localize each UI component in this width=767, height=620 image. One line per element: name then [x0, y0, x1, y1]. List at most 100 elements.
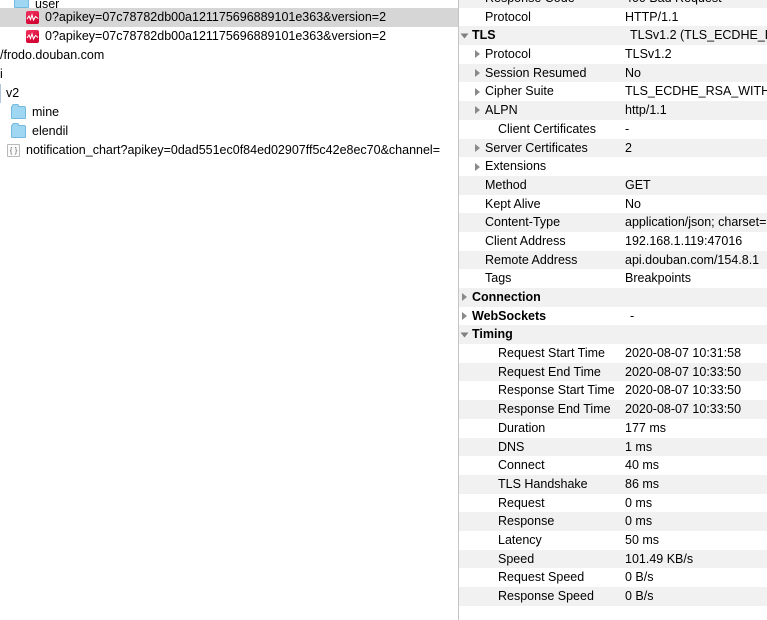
detail-row[interactable]: Response Code400 Bad Request — [459, 0, 767, 8]
detail-value: 101.49 KB/s — [625, 551, 694, 566]
detail-row[interactable]: TLS TLSv1.2 (TLS_ECDHE_RS — [459, 26, 767, 46]
detail-value: GET — [625, 177, 651, 192]
detail-value: 40 ms — [625, 458, 660, 473]
detail-row[interactable]: Protocol HTTP/1.1 — [459, 7, 767, 27]
detail-value: TLSv1.2 — [625, 47, 672, 62]
detail-key: TLS — [472, 28, 496, 43]
detail-key: Client Certificates — [498, 121, 596, 136]
detail-row[interactable]: Request End Time 2020-08-07 10:33:50 — [459, 362, 767, 382]
detail-row[interactable]: Request 0 ms — [459, 493, 767, 513]
tree-row-label: /frodo.douban.com — [0, 48, 105, 62]
detail-value: 2020-08-07 10:33:50 — [625, 402, 742, 417]
detail-row[interactable]: Duration 177 ms — [459, 418, 767, 438]
detail-row[interactable]: Tags Breakpoints — [459, 269, 767, 288]
chevron-right-icon[interactable] — [459, 288, 472, 307]
detail-row[interactable]: Request Speed 0 B/s — [459, 568, 767, 587]
tree-row-label: i — [0, 67, 3, 81]
chevron-right-icon[interactable] — [459, 307, 472, 326]
detail-row[interactable]: Timing — [459, 325, 767, 345]
chevron-down-icon[interactable] — [459, 26, 472, 45]
detail-value: No — [625, 196, 641, 211]
chevron-right-icon[interactable] — [472, 82, 485, 101]
detail-rows-container: Response Code400 Bad RequestProtocolHTTP… — [459, 0, 767, 606]
detail-key: Latency — [498, 532, 542, 547]
tree-row-path-i[interactable]: i — [0, 65, 458, 84]
tree-row-user-folder[interactable]: user — [0, 0, 458, 8]
tree-row-folder-elendil[interactable]: elendil — [0, 122, 458, 141]
detail-row[interactable]: Cipher Suite TLS_ECDHE_RSA_WITH_ — [459, 82, 767, 102]
detail-row[interactable]: Speed 101.49 KB/s — [459, 549, 767, 569]
detail-row[interactable]: Request Start Time 2020-08-07 10:31:58 — [459, 344, 767, 363]
detail-key: Response End Time — [498, 402, 611, 417]
detail-row[interactable]: Kept Alive No — [459, 194, 767, 214]
detail-row[interactable]: Client Certificates - — [459, 119, 767, 139]
detail-key: Cipher Suite — [485, 84, 554, 99]
chevron-down-icon[interactable] — [459, 325, 472, 344]
detail-key: Tags — [485, 271, 512, 286]
detail-value: 0 B/s — [625, 570, 654, 585]
detail-value: TLSv1.2 (TLS_ECDHE_RS — [630, 28, 767, 43]
chevron-right-icon[interactable] — [472, 157, 485, 176]
detail-value: 0 ms — [625, 514, 653, 529]
tree-row-folder-mine[interactable]: mine — [0, 103, 458, 122]
detail-row[interactable]: Method GET — [459, 175, 767, 195]
detail-row[interactable]: DNS 1 ms — [459, 437, 767, 457]
detail-key: Content-Type — [485, 215, 561, 230]
detail-key: WebSockets — [472, 308, 547, 323]
request-tree-panel[interactable]: user 0?apikey=07c78782db00a12117569688910… — [0, 0, 458, 620]
detail-row[interactable]: Protocol TLSv1.2 — [459, 45, 767, 64]
detail-value: 2020-08-07 10:31:58 — [625, 346, 742, 361]
detail-key: TLS Handshake — [498, 476, 588, 491]
detail-value: 86 ms — [625, 476, 660, 491]
tree-row-label: v2 — [6, 86, 20, 100]
overview-detail-panel[interactable]: Response Code400 Bad RequestProtocolHTTP… — [459, 0, 767, 620]
detail-row[interactable]: Content-Type application/json; charset= — [459, 213, 767, 232]
detail-value: api.douban.com/154.8.1 — [625, 252, 760, 267]
detail-row[interactable]: Response 0 ms — [459, 512, 767, 531]
detail-value: 50 ms — [625, 532, 660, 547]
detail-value: 2 — [625, 140, 632, 155]
detail-key: Remote Address — [485, 252, 578, 267]
detail-row[interactable]: Response Speed 0 B/s — [459, 587, 767, 606]
chevron-right-icon[interactable] — [472, 45, 485, 64]
detail-row[interactable]: Connect 40 ms — [459, 456, 767, 475]
chevron-right-icon[interactable] — [472, 64, 485, 83]
detail-row[interactable]: Response End Time 2020-08-07 10:33:50 — [459, 400, 767, 419]
network-inspector-window: user 0?apikey=07c78782db00a12117569688910… — [0, 0, 767, 620]
detail-row[interactable]: ALPN http/1.1 — [459, 101, 767, 120]
detail-row[interactable]: Response Start Time 2020-08-07 10:33:50 — [459, 381, 767, 401]
detail-row[interactable]: Client Address 192.168.1.119:47016 — [459, 231, 767, 251]
detail-key: Protocol — [485, 47, 531, 62]
tree-row-request-1[interactable]: 0?apikey=07c78782db00a121175696889101e36… — [0, 27, 458, 46]
detail-key: Request End Time — [498, 364, 601, 379]
detail-key: Duration — [498, 420, 546, 435]
tree-row-json-notification-chart[interactable]: { } notification_chart?apikey=0dad551ec0f… — [0, 141, 458, 160]
detail-row[interactable]: WebSockets - — [459, 306, 767, 326]
detail-value: application/json; charset= — [625, 215, 767, 230]
detail-key: Protocol — [485, 9, 531, 24]
folder-icon — [11, 104, 26, 119]
tree-row-path-v2[interactable]: v2 — [0, 84, 458, 103]
detail-value: 2020-08-07 10:33:50 — [625, 383, 742, 398]
tree-row-host-frodo[interactable]: /frodo.douban.com — [0, 46, 458, 65]
chevron-right-icon[interactable] — [472, 101, 485, 120]
detail-row[interactable]: TLS Handshake 86 ms — [459, 474, 767, 494]
detail-row[interactable]: Server Certificates 2 — [459, 138, 767, 158]
detail-row[interactable]: Connection — [459, 288, 767, 307]
chevron-right-icon[interactable] — [472, 139, 485, 158]
detail-row[interactable]: Session Resumed No — [459, 63, 767, 83]
detail-row[interactable]: Extensions — [459, 157, 767, 176]
detail-row[interactable]: Latency 50 ms — [459, 530, 767, 550]
detail-row[interactable]: Remote Address api.douban.com/154.8.1 — [459, 250, 767, 270]
tree-row-request-0-selected[interactable]: 0?apikey=07c78782db00a121175696889101e36… — [0, 8, 458, 27]
detail-value: 1 ms — [625, 439, 653, 454]
